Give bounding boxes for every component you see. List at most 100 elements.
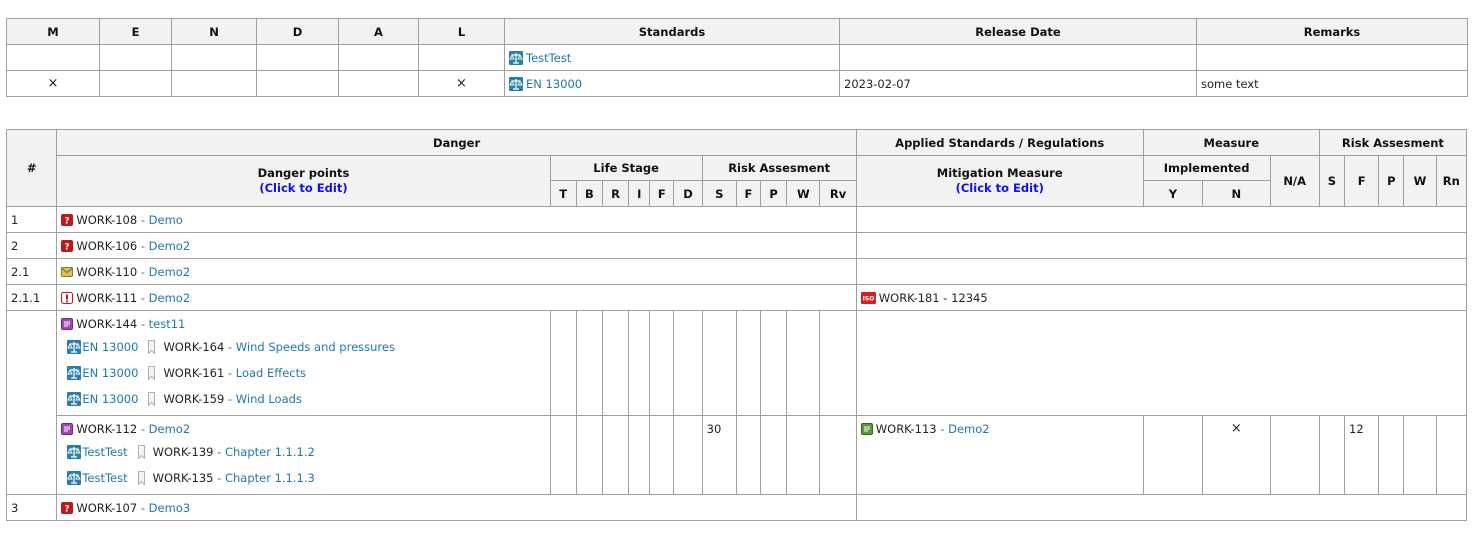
life-stage-f[interactable]: [649, 310, 675, 416]
red-question-icon: ?: [61, 213, 74, 226]
col-header-measure: Measure: [1142, 129, 1320, 156]
clause-title-link[interactable]: Wind Loads: [236, 392, 302, 406]
red-question-icon: ?: [61, 501, 74, 514]
clause-title-link[interactable]: Load Effects: [236, 366, 306, 380]
col-header-r: R: [601, 180, 630, 207]
measure-title-link[interactable]: Demo2: [948, 422, 990, 436]
issue-id[interactable]: WORK-106: [76, 239, 137, 253]
issue-id[interactable]: WORK-112: [76, 422, 137, 436]
remarks-cell: [1196, 44, 1468, 71]
life-stage-r[interactable]: [601, 415, 630, 495]
col-header-n: N: [1202, 180, 1271, 207]
col-header-t: T: [549, 180, 577, 207]
life-stage-i[interactable]: [628, 415, 651, 495]
clause-id[interactable]: WORK-139: [153, 445, 214, 459]
risk2-s[interactable]: [1318, 415, 1346, 495]
issue-id[interactable]: WORK-144: [76, 317, 137, 331]
life-stage-d[interactable]: [673, 310, 703, 416]
risk-rv[interactable]: [819, 310, 857, 416]
standard-link[interactable]: TestTest: [526, 51, 571, 65]
issue-title-link[interactable]: Demo: [149, 213, 183, 227]
issue-title-link[interactable]: test11: [149, 317, 186, 331]
clause-id[interactable]: WORK-135: [153, 471, 214, 485]
release-date-cell: 2023-02-07: [839, 70, 1197, 97]
row-number: 2.1: [5, 258, 58, 285]
mitigation-text[interactable]: WORK-181 - 12345: [879, 291, 988, 305]
issue-title-link[interactable]: Demo2: [149, 239, 191, 253]
bookmark-icon: [148, 337, 156, 355]
click-to-edit-link[interactable]: (Click to Edit): [61, 181, 545, 196]
life-stage-r[interactable]: [601, 310, 630, 416]
implemented-n[interactable]: ×: [1202, 415, 1271, 495]
risk-f[interactable]: [735, 310, 762, 416]
col-header-danger-points[interactable]: Danger points (Click to Edit): [56, 155, 551, 207]
risk2-w[interactable]: [1403, 415, 1437, 495]
risk2-f[interactable]: 12: [1344, 415, 1380, 495]
release-date-cell: [839, 44, 1197, 71]
issue-title-link[interactable]: Demo2: [149, 422, 191, 436]
yellow-envelope-icon: [61, 266, 74, 278]
bookmark-icon: [148, 363, 156, 381]
standard-link[interactable]: EN 13000: [82, 392, 138, 406]
clause-title-link[interactable]: Wind Speeds and pressures: [236, 340, 395, 354]
issue-title-link[interactable]: Demo2: [149, 265, 191, 279]
risk-f[interactable]: [735, 415, 762, 495]
standard-link[interactable]: EN 13000: [82, 366, 138, 380]
red-question-icon: ?: [61, 239, 74, 252]
risk2-p[interactable]: [1378, 415, 1405, 495]
standard-link[interactable]: EN 13000: [82, 340, 138, 354]
col-header-rv: Rv: [819, 180, 857, 207]
life-stage-f[interactable]: [649, 415, 675, 495]
clause-id[interactable]: WORK-164: [163, 340, 224, 354]
measure-id[interactable]: WORK-113: [876, 422, 937, 436]
click-to-edit-link[interactable]: (Click to Edit): [861, 181, 1139, 196]
mark-cell: [256, 70, 339, 97]
life-stage-t[interactable]: [549, 415, 577, 495]
clause-title-link[interactable]: Chapter 1.1.1.2: [225, 445, 315, 459]
mark-cell: [418, 44, 505, 71]
issue-id[interactable]: WORK-111: [76, 291, 137, 305]
danger-point-cell: WORK-144 - test11 EN 13000 WORK-164 - Win…: [56, 310, 551, 416]
risk-s[interactable]: 30: [701, 415, 737, 495]
risk-s[interactable]: [701, 310, 737, 416]
col-header-l: L: [418, 18, 505, 45]
scales-icon: [67, 442, 82, 459]
risk2-rn[interactable]: [1435, 415, 1468, 495]
mark-cell: [338, 44, 419, 71]
col-header-na: N/A: [1269, 155, 1320, 207]
life-stage-d[interactable]: [673, 415, 703, 495]
risk-w[interactable]: [786, 310, 821, 416]
col-header-mitigation[interactable]: Mitigation Measure (Click to Edit): [855, 155, 1144, 207]
issue-id[interactable]: WORK-108: [76, 213, 137, 227]
svg-text:ISO: ISO: [862, 295, 874, 302]
col-header-risk-assessment: Risk Assesment: [701, 155, 857, 181]
risk-rv[interactable]: [819, 415, 857, 495]
mark-cell: [171, 44, 257, 71]
issue-title-link[interactable]: Demo3: [149, 501, 191, 515]
separator: -: [213, 445, 225, 459]
risk-w[interactable]: [786, 415, 821, 495]
purple-doc-icon: [61, 317, 74, 330]
mark-cell: [99, 44, 172, 71]
standard-link[interactable]: TestTest: [82, 445, 127, 459]
mitigation-cell: [855, 258, 1468, 285]
standard-cell: TestTest: [504, 44, 840, 71]
standard-link[interactable]: EN 13000: [526, 77, 582, 91]
standard-link[interactable]: TestTest: [82, 471, 127, 485]
risk-p[interactable]: [759, 415, 788, 495]
clause-title-link[interactable]: Chapter 1.1.1.3: [225, 471, 315, 485]
life-stage-i[interactable]: [628, 310, 651, 416]
implemented-y[interactable]: [1142, 415, 1204, 495]
issue-id[interactable]: WORK-107: [76, 501, 137, 515]
reference-line: TestTest WORK-135 - Chapter 1.1.1.3: [67, 465, 545, 491]
issue-id[interactable]: WORK-110: [76, 265, 137, 279]
col-header-i: I: [628, 180, 651, 207]
na-cell[interactable]: [1269, 415, 1320, 495]
issue-title-link[interactable]: Demo2: [149, 291, 191, 305]
life-stage-b[interactable]: [575, 415, 603, 495]
life-stage-b[interactable]: [575, 310, 603, 416]
clause-id[interactable]: WORK-161: [163, 366, 224, 380]
risk-p[interactable]: [759, 310, 788, 416]
life-stage-t[interactable]: [549, 310, 577, 416]
clause-id[interactable]: WORK-159: [163, 392, 224, 406]
